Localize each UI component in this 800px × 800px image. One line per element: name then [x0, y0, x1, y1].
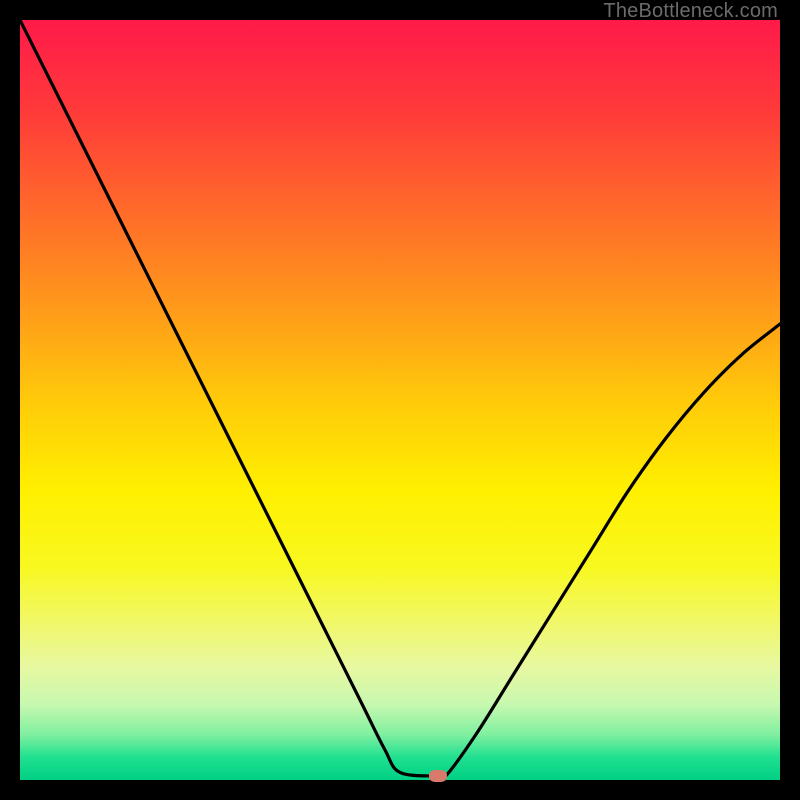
bottleneck-curve — [20, 20, 780, 780]
chart-container: TheBottleneck.com — [0, 0, 800, 800]
optimal-point-marker — [429, 770, 447, 782]
watermark-text: TheBottleneck.com — [603, 0, 778, 23]
